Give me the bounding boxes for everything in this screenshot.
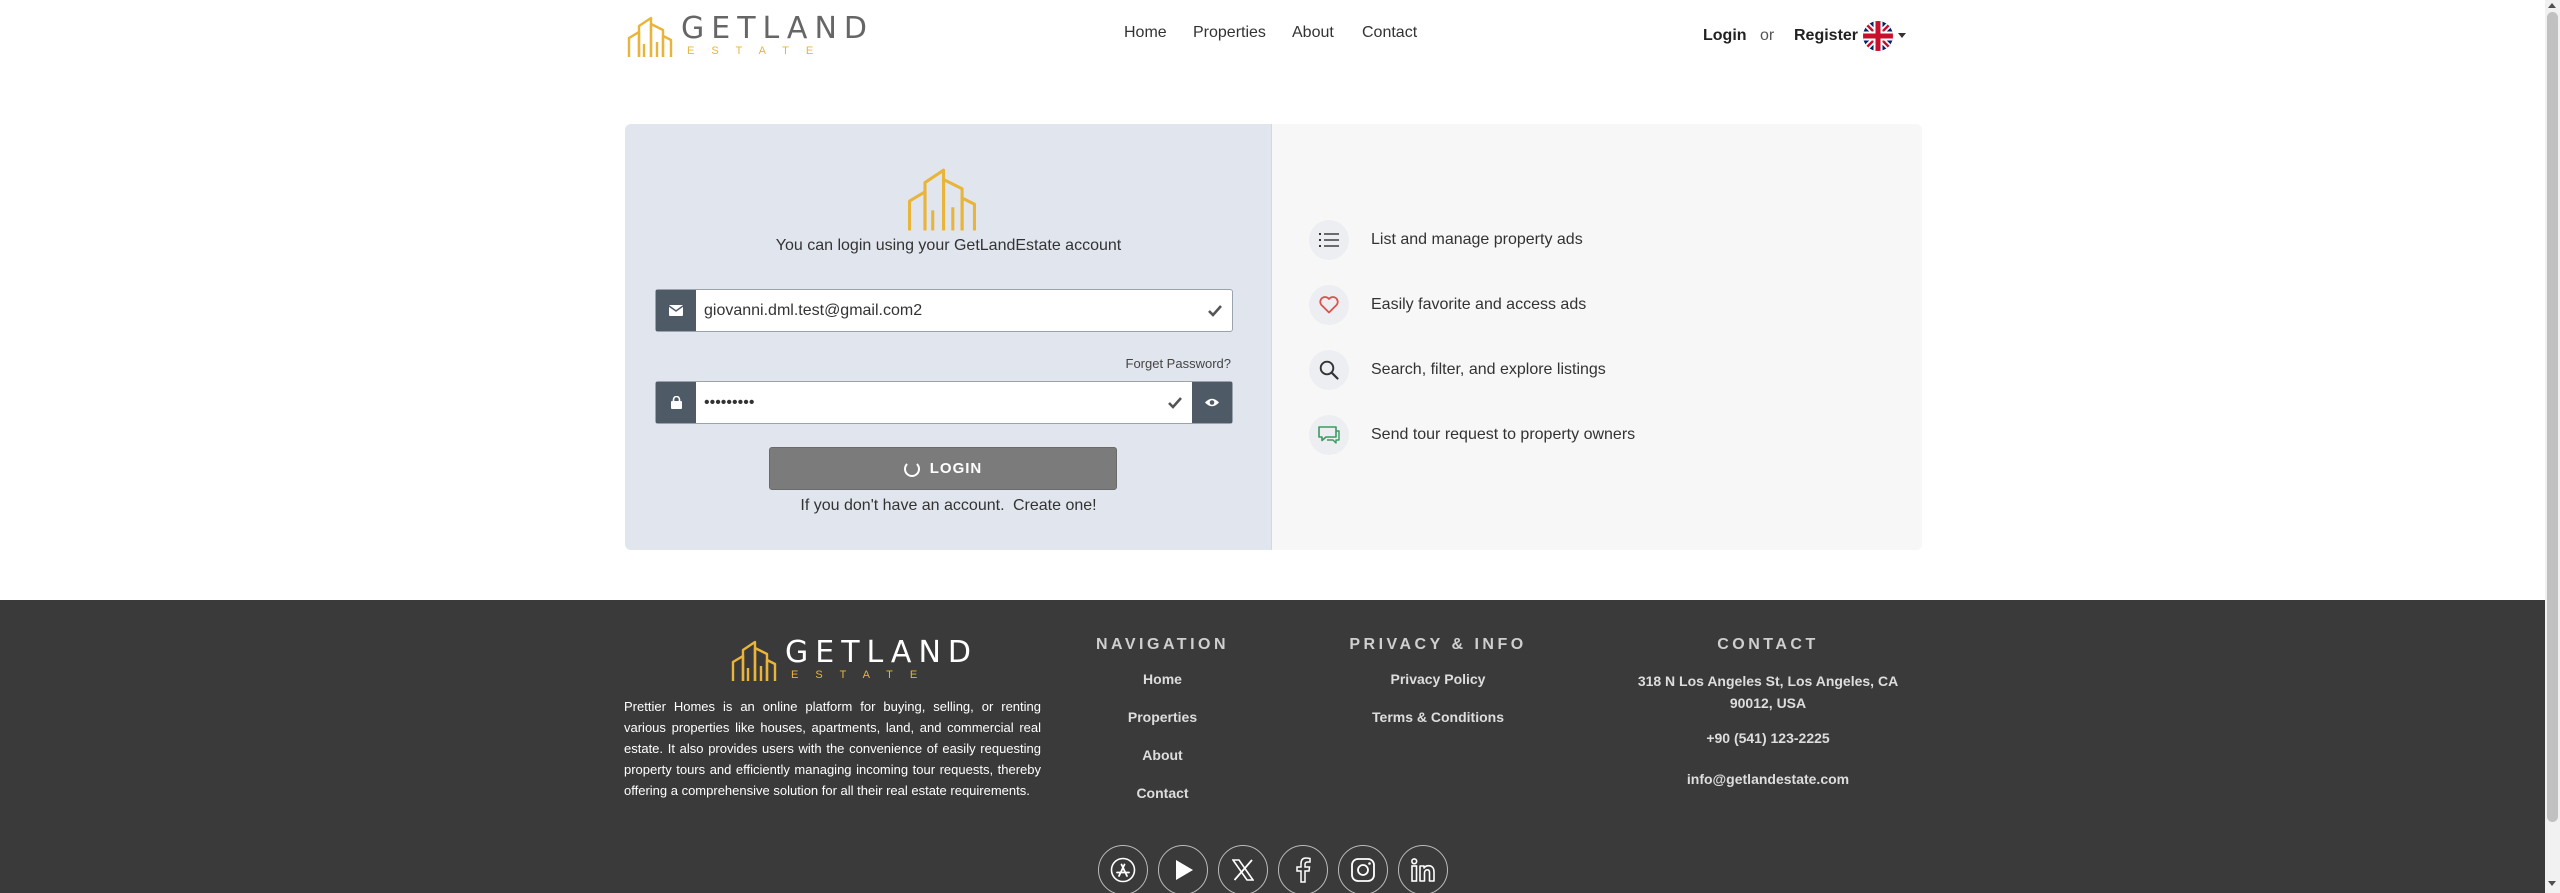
forget-password-link[interactable]: Forget Password? [1126,356,1232,371]
feature-label: Easily favorite and access ads [1371,296,1587,313]
email-valid-check-icon [1198,290,1232,331]
footer-navigation: NAVIGATION Home Properties About Contact [1059,636,1266,822]
feature-label: List and manage property ads [1371,231,1583,248]
header-login-link[interactable]: Login [1703,27,1747,45]
footer-navigation-title: NAVIGATION [1095,636,1230,653]
password-input[interactable] [696,382,1158,423]
footer-link-contact[interactable]: Contact [1059,784,1266,803]
signup-row: If you don't have an account. Create one… [625,497,1272,515]
login-subtitle: You can login using your GetLandEstate a… [775,237,1122,254]
site-footer: GETLAND ESTATE Prettier Homes is an onli… [0,600,2545,893]
x-icon[interactable] [1218,845,1268,893]
youtube-icon[interactable] [1158,845,1208,893]
header-or-text: or [1760,27,1775,44]
nav-properties[interactable]: Properties [1193,24,1266,42]
login-form-panel: You can login using your GetLandEstate a… [625,124,1272,550]
login-button-label: LOGIN [929,460,983,477]
footer-link-privacy-policy[interactable]: Privacy Policy [1328,670,1548,689]
social-links [1098,845,1458,893]
site-header: GETLAND ESTATE Home Properties About Con… [0,0,2545,74]
nav-contact[interactable]: Contact [1362,24,1417,42]
building-logo-icon [627,16,673,57]
feature-item: Send tour request to property owners [1309,415,1809,455]
show-password-eye-icon[interactable] [1192,382,1232,423]
app-store-icon[interactable] [1098,845,1148,893]
nav-about[interactable]: About [1292,24,1334,42]
feature-item: List and manage property ads [1309,220,1809,260]
password-valid-check-icon [1158,382,1192,423]
scroll-up-arrow-icon[interactable] [2548,3,2556,8]
footer-phone[interactable]: +90 (541) 123-2225 [1620,727,1916,749]
building-logo-icon [731,640,777,681]
heart-icon [1309,285,1349,325]
chat-icon [1309,415,1349,455]
email-input[interactable] [696,290,1198,331]
footer-link-home[interactable]: Home [1059,670,1266,689]
feature-label: Search, filter, and explore listings [1371,361,1606,378]
search-icon [1309,350,1349,390]
footer-contact: CONTACT 318 N Los Angeles St, Los Angele… [1620,636,1916,809]
feature-label: Send tour request to property owners [1371,426,1636,443]
footer-contact-title: CONTACT [1717,636,1819,653]
login-card: You can login using your GetLandEstate a… [625,124,1922,550]
footer-link-terms[interactable]: Terms & Conditions [1328,708,1548,727]
feature-item: Easily favorite and access ads [1309,285,1809,325]
instagram-icon[interactable] [1338,845,1388,893]
page-scrollbar[interactable] [2545,0,2560,893]
email-field [655,289,1233,332]
login-button[interactable]: LOGIN [769,447,1117,490]
footer-privacy: PRIVACY & INFO Privacy Policy Terms & Co… [1328,636,1548,746]
password-field [655,381,1233,424]
scrollbar-thumb[interactable] [2547,12,2558,822]
card-building-logo-icon [905,164,979,237]
footer-link-about[interactable]: About [1059,746,1266,765]
page: GETLAND ESTATE Home Properties About Con… [0,0,2545,893]
brand-name: GETLAND [681,11,874,46]
footer-address: 318 N Los Angeles St, Los Angeles, CA 90… [1637,673,1899,711]
facebook-icon[interactable] [1278,845,1328,893]
footer-about-text: Prettier Homes is an online platform for… [624,699,1041,798]
features-panel: List and manage property ads Easily favo… [1273,124,1922,550]
header-register-link[interactable]: Register [1794,27,1858,45]
footer-privacy-title: PRIVACY & INFO [1349,636,1527,653]
scroll-down-arrow-icon[interactable] [2548,881,2556,886]
feature-item: Search, filter, and explore listings [1309,350,1809,390]
create-account-link[interactable]: Create one! [1013,497,1097,514]
language-caret-icon[interactable] [1898,33,1906,38]
footer-link-properties[interactable]: Properties [1059,708,1266,727]
list-icon [1309,220,1349,260]
nav-home[interactable]: Home [1124,24,1167,42]
envelope-icon [656,290,696,331]
brand-logo[interactable]: GETLAND ESTATE [627,14,874,58]
brand-tagline: ESTATE [687,45,831,57]
footer-brand-tagline: ESTATE [791,669,935,681]
lock-icon [656,382,696,423]
footer-email[interactable]: info@getlandestate.com [1620,768,1916,790]
footer-brand-name: GETLAND [785,635,978,670]
signup-prompt: If you don't have an account. [800,497,1005,514]
linkedin-icon[interactable] [1398,845,1448,893]
loading-spinner-icon [903,460,920,477]
uk-flag-icon[interactable] [1863,21,1893,51]
footer-brand-logo[interactable]: GETLAND ESTATE [731,638,978,682]
